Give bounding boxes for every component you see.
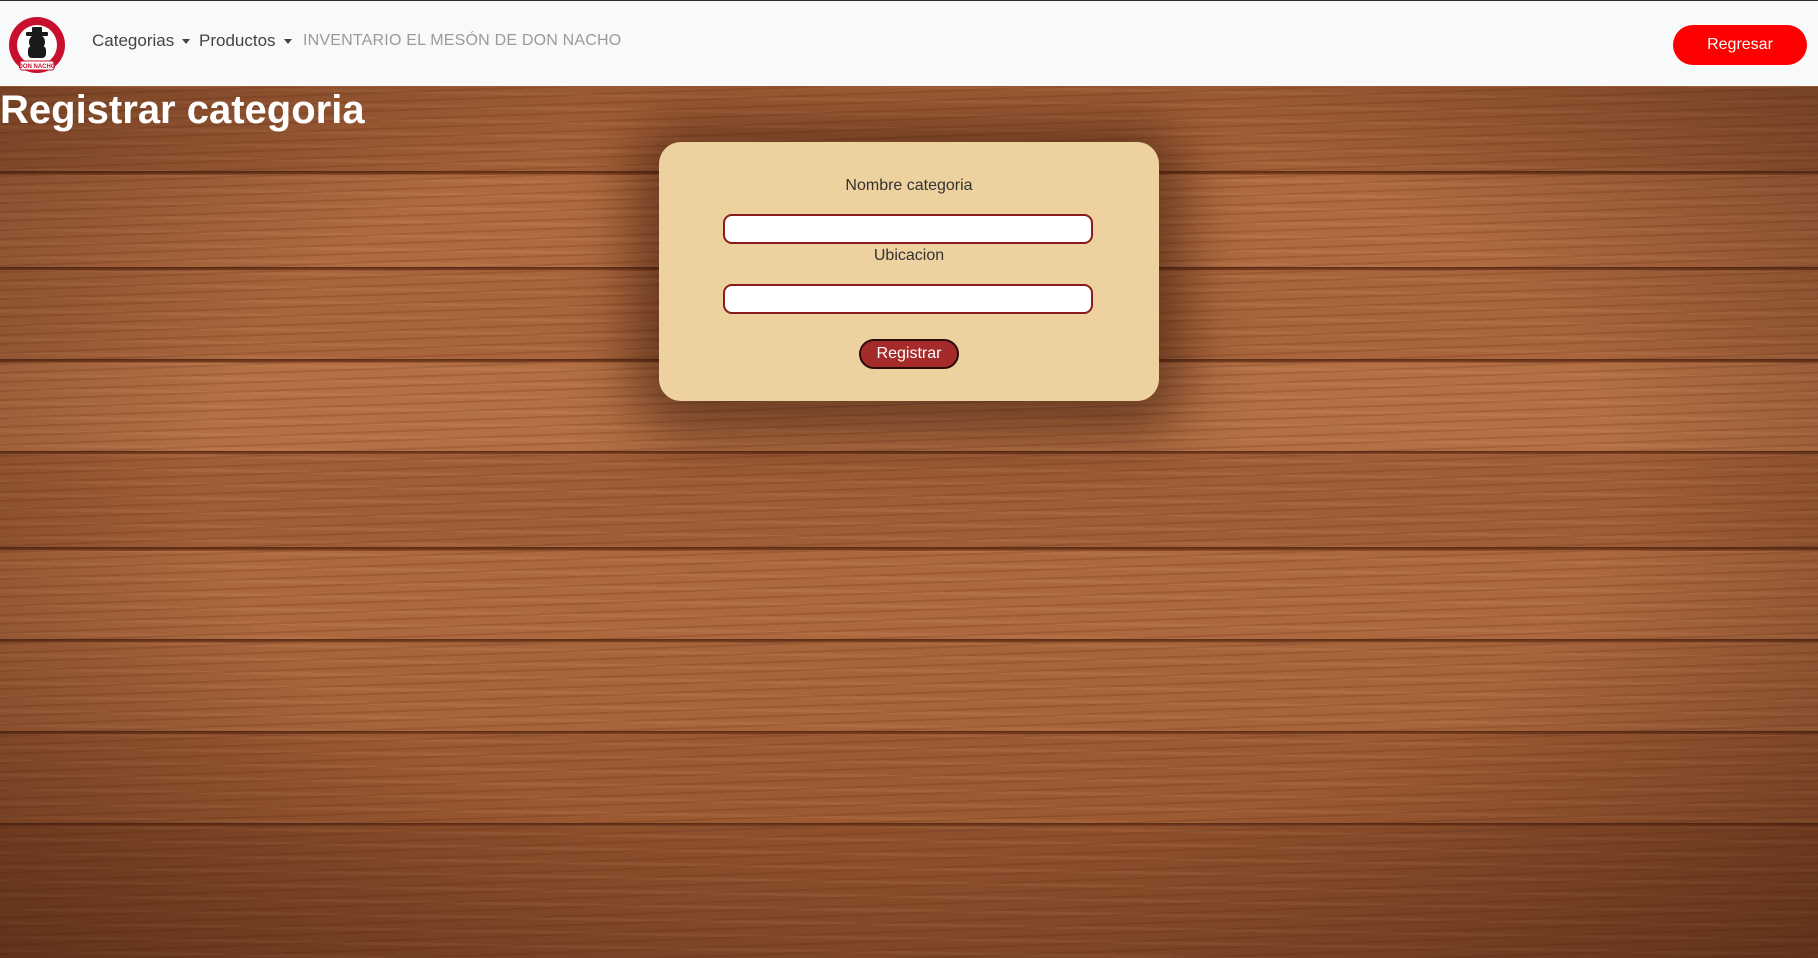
top-navbar: DON NACHO Categorias Productos INVENTARI… [0,0,1818,86]
nav-dropdown-categorias-label: Categorias [92,31,175,50]
restaurant-logo-icon[interactable]: DON NACHO [8,16,66,74]
brand-title: INVENTARIO EL MESÓN DE DON NACHO [303,32,622,49]
nav-dropdown-productos-label: Productos [199,31,276,50]
register-category-form: Nombre categoria Ubicacion Registrar [659,142,1159,401]
chevron-down-icon [283,38,292,44]
logo-text-bottom: DON NACHO [19,64,56,70]
register-button[interactable]: Registrar [859,339,959,369]
location-input[interactable] [723,284,1093,314]
location-label: Ubicacion [873,247,945,264]
chevron-down-icon [182,38,191,44]
category-name-label: Nombre categoria [845,177,973,194]
back-button[interactable]: Regresar [1673,25,1807,65]
category-name-input[interactable] [723,214,1093,244]
nav-dropdown-categorias[interactable]: Categorias [92,31,191,51]
nav-dropdown-productos[interactable]: Productos [199,31,292,51]
page-title: Registrar categoria [0,88,365,132]
